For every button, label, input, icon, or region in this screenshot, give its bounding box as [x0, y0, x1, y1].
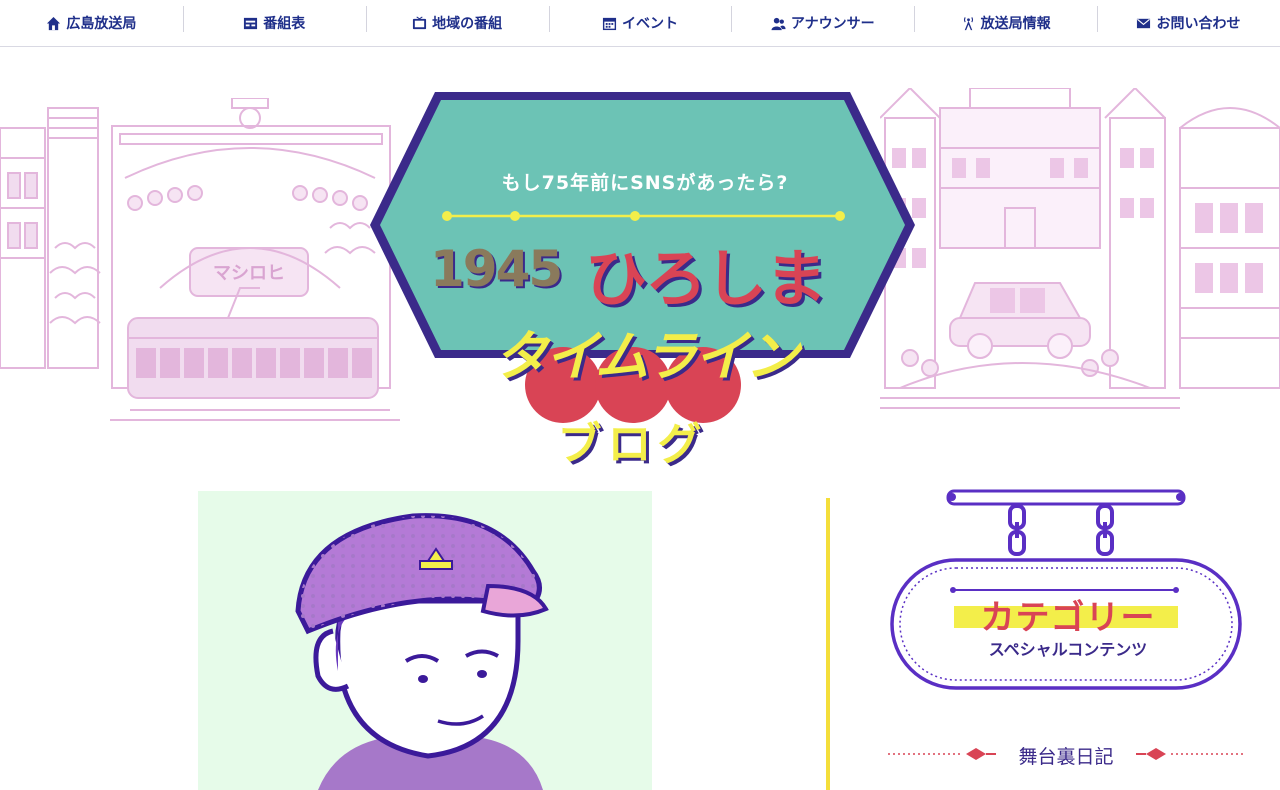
nav-events[interactable]: イベント	[548, 0, 732, 46]
series-logo: もし75年前にSNSがあったら? 1945 ひろしま タイムライン ブログ	[365, 90, 920, 470]
mail-icon	[1136, 16, 1151, 31]
nav-label: 番組表	[263, 16, 306, 32]
people-icon	[771, 16, 786, 31]
nav-hiroshima-station[interactable]: 広島放送局	[0, 0, 183, 46]
nav-local-programs[interactable]: 地域の番組	[365, 0, 549, 46]
category-title: カテゴリー	[980, 598, 1156, 638]
category-subtitle: スペシャルコンテンツ	[988, 640, 1148, 659]
global-nav: 広島放送局 番組表 地域の番組 イベント アナウンサー 放送局情報 お問い合わせ	[0, 0, 1280, 47]
title-year: 1945	[430, 240, 563, 298]
column-divider	[826, 498, 830, 790]
category-item-label[interactable]: 舞台裏日記	[1006, 742, 1126, 769]
nav-label: イベント	[621, 16, 678, 32]
title-timeline: タイムライン	[493, 325, 799, 388]
nav-label: 広島放送局	[66, 16, 137, 32]
nav-label: アナウンサー	[790, 16, 875, 32]
nav-contact[interactable]: お問い合わせ	[1097, 0, 1280, 46]
category-item-butaiura[interactable]: 舞台裏日記	[886, 740, 1246, 770]
title-blog: ブログ	[557, 419, 708, 470]
calendar-icon	[602, 16, 617, 31]
title-hiroshima: ひろしま	[585, 242, 827, 315]
tv-icon	[412, 16, 427, 31]
nav-program-schedule[interactable]: 番組表	[182, 0, 366, 46]
category-sign: カテゴリー スペシャルコンテンツ	[886, 486, 1246, 696]
tv-schedule-icon	[243, 16, 258, 31]
article-thumbnail[interactable]	[198, 491, 652, 790]
nav-announcers[interactable]: アナウンサー	[731, 0, 914, 46]
nav-station-info[interactable]: 放送局情報	[914, 0, 1097, 46]
hiroshima-building-illustration	[880, 88, 1280, 409]
building-sign-text: マシロヒ	[213, 263, 285, 284]
nav-label: お問い合わせ	[1156, 16, 1241, 32]
boy-with-cap-illustration	[295, 513, 549, 790]
hero-banner: マシロヒ もし75年前にSNSがあったら? 1945 ひろしま タイムライン ブ…	[0, 48, 1280, 470]
tagline: もし75年前にSNSがあったら?	[501, 172, 789, 194]
home-icon	[46, 16, 61, 31]
nav-label: 地域の番組	[432, 16, 503, 32]
antenna-icon	[961, 16, 976, 31]
hiroshima-streetcar-illustration: マシロヒ	[0, 98, 400, 421]
nav-label: 放送局情報	[980, 16, 1051, 32]
